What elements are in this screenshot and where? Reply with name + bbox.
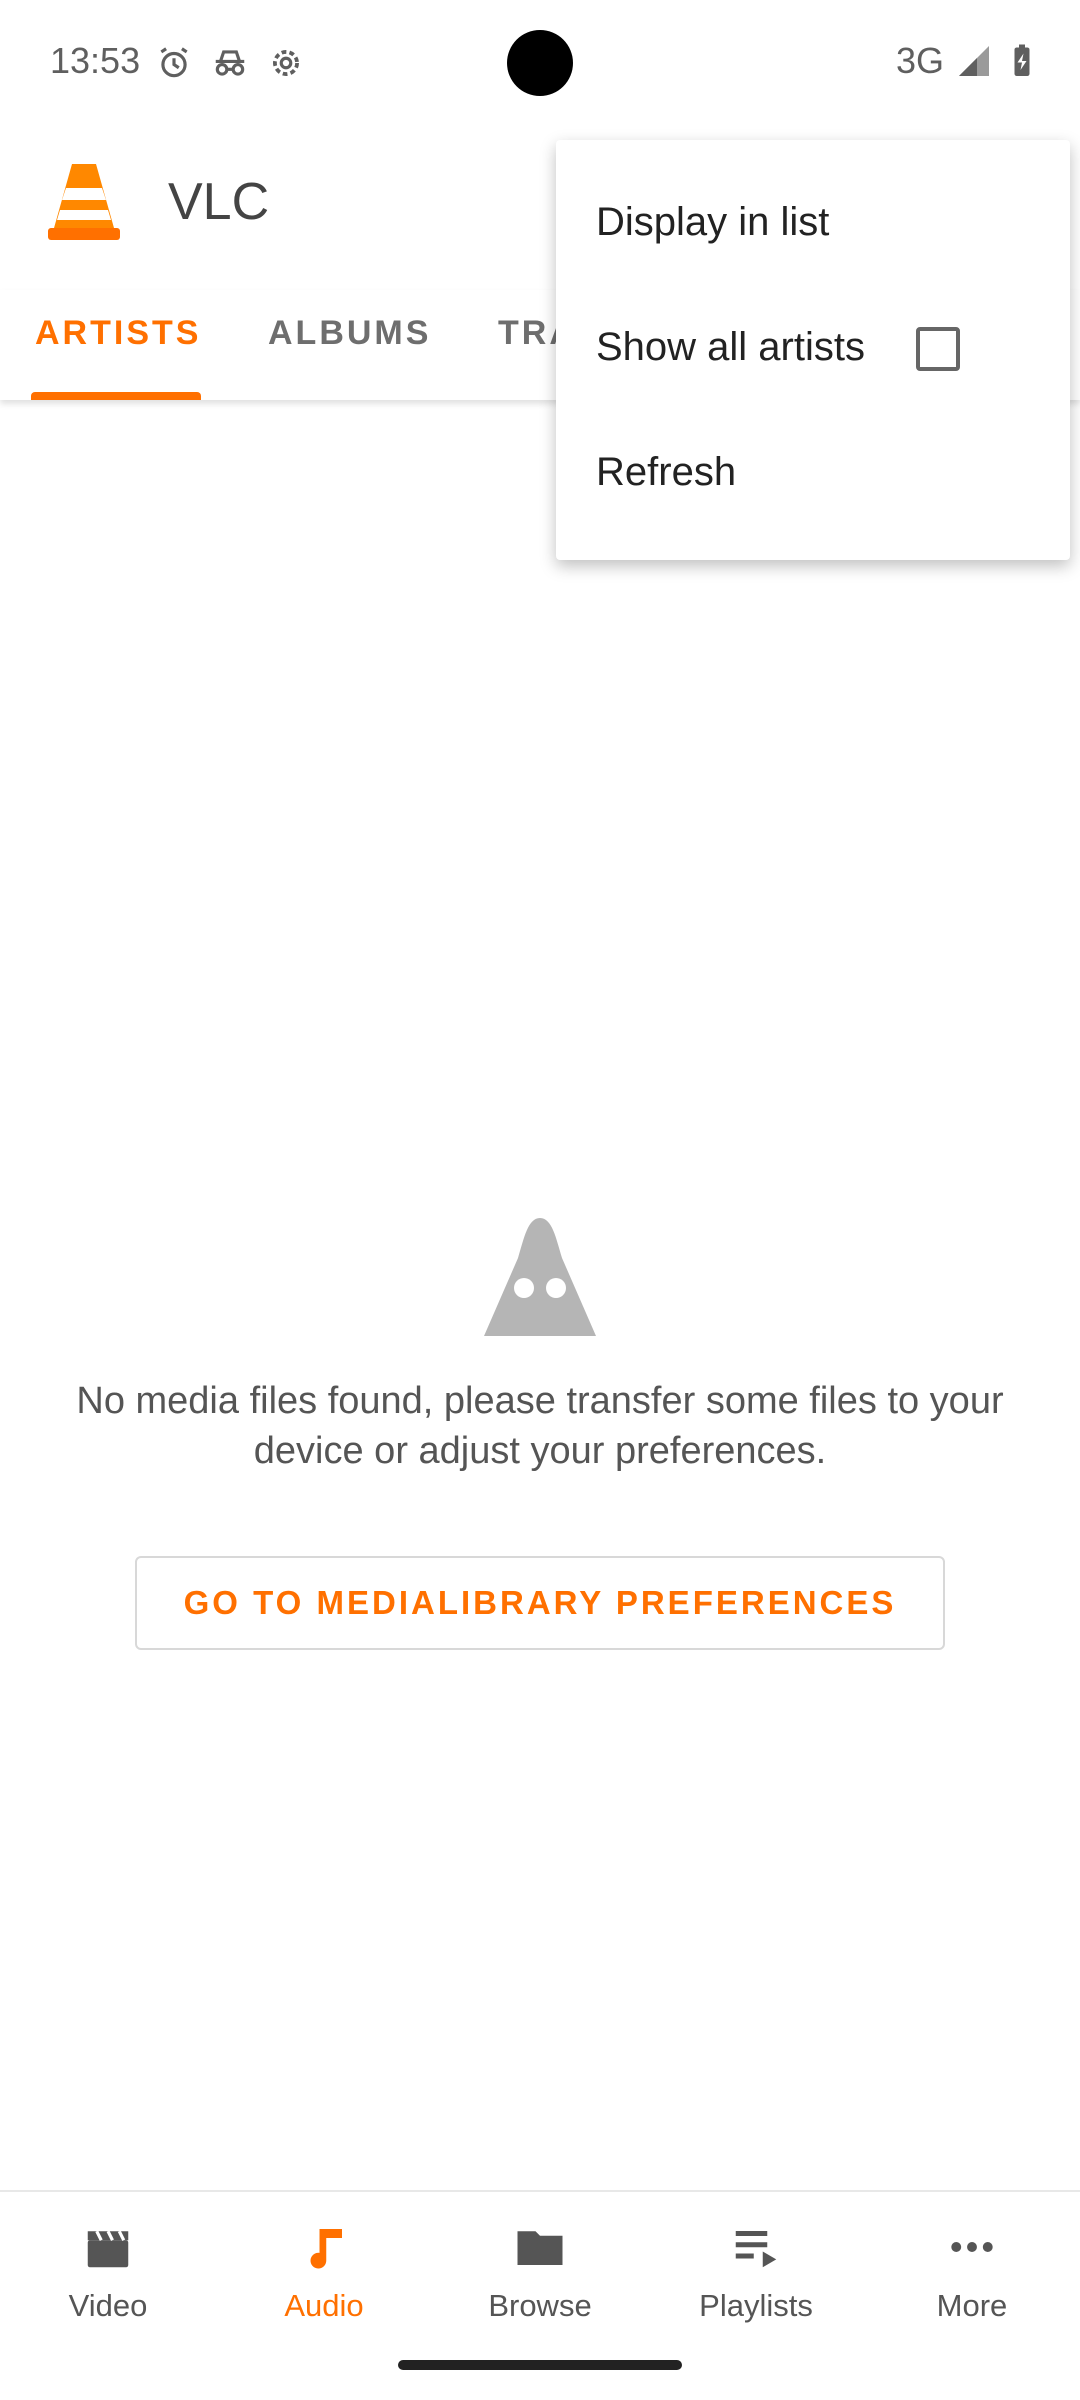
tab-indicator (31, 392, 201, 400)
nav-item-more[interactable]: More (864, 2220, 1080, 2324)
nav-label: Browse (488, 2288, 592, 2323)
incognito-icon (215, 50, 245, 76)
home-indicator[interactable] (398, 2360, 682, 2370)
menu-item-label: Refresh (596, 450, 737, 494)
camera-cutout (507, 30, 573, 96)
show-all-artists-checkbox[interactable] (916, 327, 960, 371)
settings-gear-icon (273, 50, 299, 76)
status-bar: 13:53 3G (0, 0, 1080, 130)
nav-label: Audio (284, 2288, 364, 2323)
menu-item-display-in-list[interactable]: Display in list (556, 160, 1070, 285)
menu-item-label: Show all artists (596, 325, 865, 369)
clapperboard-icon (87, 2230, 129, 2268)
status-time: 13:53 (50, 40, 141, 81)
folder-icon (517, 2231, 563, 2265)
medialibrary-preferences-button[interactable]: GO TO MEDIALIBRARY PREFERENCES (135, 1556, 945, 1650)
vlc-logo-icon (48, 164, 120, 240)
menu-item-label: Display in list (596, 200, 830, 244)
nav-label: Video (68, 2288, 148, 2323)
nav-item-browse[interactable]: Browse (432, 2220, 648, 2324)
battery-charging-icon (1014, 44, 1030, 76)
empty-message: No media files found, please transfer so… (76, 1380, 1004, 1472)
nav-item-audio[interactable]: Audio (216, 2220, 432, 2324)
music-note-icon (310, 2229, 342, 2269)
more-dots-icon (951, 2242, 993, 2252)
menu-item-show-all-artists[interactable]: Show all artists (556, 285, 1070, 410)
network-type: 3G (895, 40, 944, 81)
status-icons-right: 3G (896, 40, 1040, 82)
tab-artists[interactable]: ARTISTS (35, 314, 201, 353)
ghost-cone-icon (484, 1218, 596, 1336)
playlist-icon (735, 2231, 777, 2268)
signal-icon (959, 46, 989, 76)
overflow-menu: Display in list Show all artists Refresh (556, 140, 1070, 560)
nav-label: Playlists (699, 2288, 813, 2323)
menu-item-refresh[interactable]: Refresh (556, 410, 1070, 535)
tab-albums[interactable]: ALBUMS (268, 314, 431, 353)
status-icons-left (155, 44, 305, 82)
alarm-icon (160, 47, 188, 78)
nav-item-video[interactable]: Video (0, 2220, 216, 2324)
nav-label: More (936, 2288, 1008, 2323)
nav-item-playlists[interactable]: Playlists (648, 2220, 864, 2324)
app-title: VLC (168, 173, 270, 231)
